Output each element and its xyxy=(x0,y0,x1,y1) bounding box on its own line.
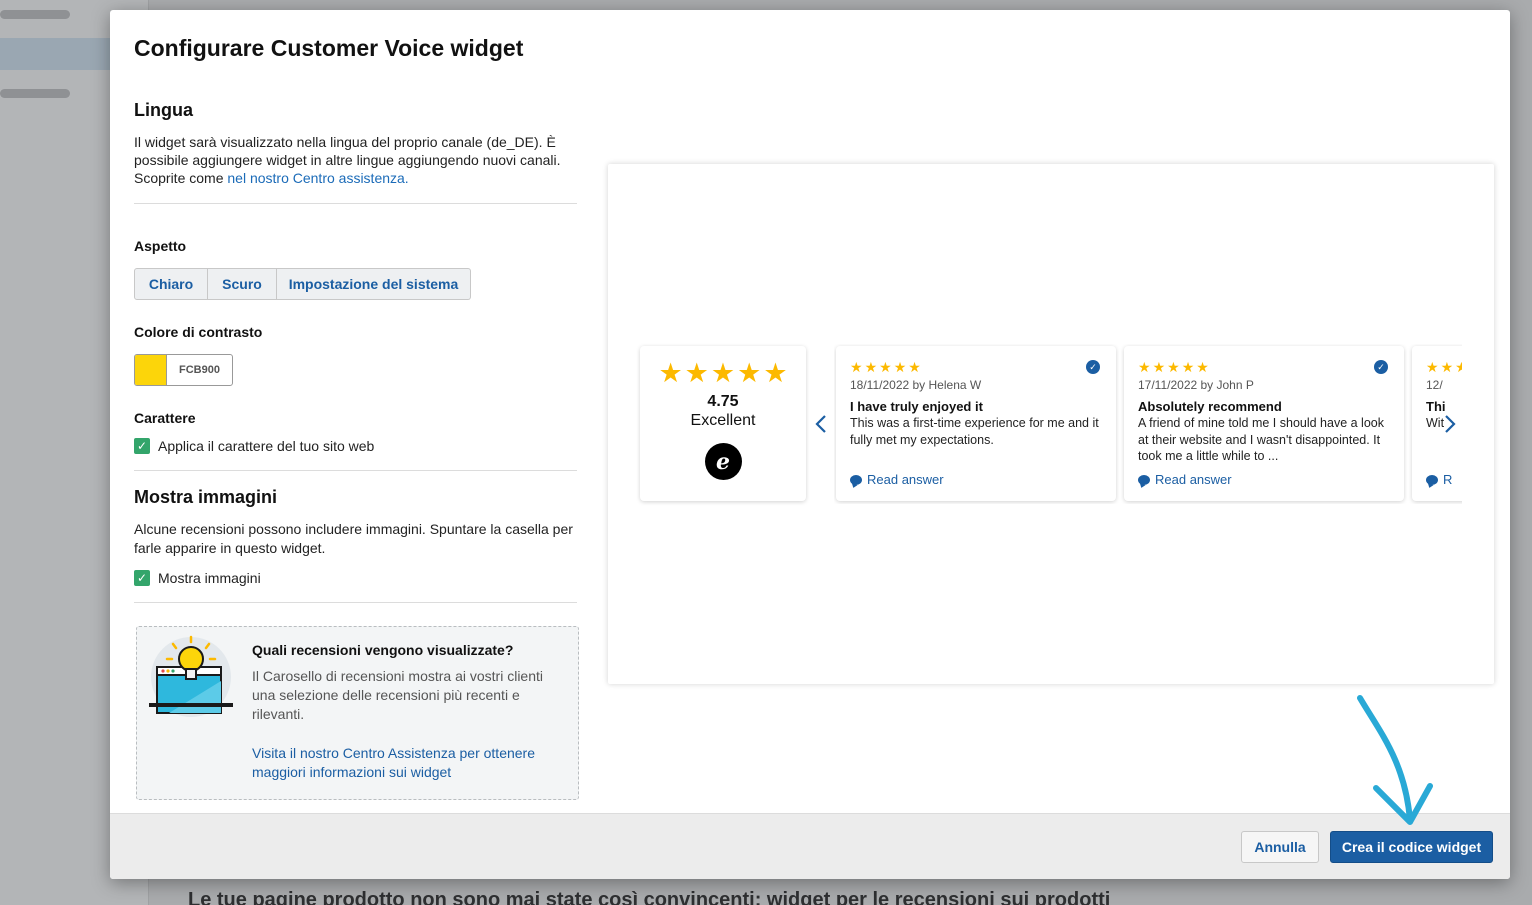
read-answer-link[interactable]: Read answer xyxy=(1138,472,1232,487)
configure-widget-modal: Configurare Customer Voice widget Lingua… xyxy=(110,10,1510,879)
divider xyxy=(134,203,577,204)
verified-badge-icon: ✓ xyxy=(1086,360,1100,374)
show-images-option[interactable]: ✓ Mostra immagini xyxy=(134,570,578,586)
background-nav-item xyxy=(0,10,70,19)
apply-font-option[interactable]: ✓ Applica il carattere del tuo sito web xyxy=(134,438,578,454)
contrast-color-picker[interactable]: FCB900 xyxy=(134,354,233,386)
contrast-color-label: Colore di contrasto xyxy=(134,324,263,340)
star-icon: ★ xyxy=(1152,359,1166,375)
divider xyxy=(134,602,577,603)
annotation-arrow-icon xyxy=(1357,695,1433,825)
rating-summary: ★ ★ ★ ★ ★ 4.75 Excellent e xyxy=(640,346,806,501)
chevron-right-icon xyxy=(1445,415,1456,433)
appearance-option-light[interactable]: Chiaro xyxy=(134,268,208,300)
star-icon: ★ xyxy=(1167,359,1180,375)
review-date: 12/ xyxy=(1426,378,1443,392)
summary-stars: ★ ★ ★ ★ ★ xyxy=(640,360,806,387)
star-icon: ★ xyxy=(1440,359,1454,375)
star-icon: ★ xyxy=(879,359,892,375)
lightbulb-illustration-icon xyxy=(149,635,233,717)
review-card: ★ ★ ★ ★ ★ ✓ 18/11/2022 by Helena W I have tr… xyxy=(836,346,1116,501)
carousel-prev-button[interactable] xyxy=(811,412,831,436)
appearance-label: Aspetto xyxy=(134,238,187,254)
chevron-left-icon xyxy=(815,415,826,433)
review-stars: ★★★★★ xyxy=(1426,360,1462,374)
star-icon: ★ xyxy=(658,358,683,388)
modal-title: Configurare Customer Voice widget xyxy=(134,35,524,61)
star-icon: ★ xyxy=(893,359,907,375)
background-page-heading: Le tue pagine prodotto non sono mai stat… xyxy=(188,889,1111,905)
star-icon: ★ xyxy=(1455,359,1462,375)
trusted-shops-logo-icon: e xyxy=(704,443,742,480)
carousel-next-button[interactable] xyxy=(1440,412,1460,436)
language-heading: Lingua xyxy=(134,100,193,120)
read-answer-link[interactable]: Read answer xyxy=(850,472,944,487)
info-title: Quali recensioni vengono visualizzate? xyxy=(252,642,514,658)
info-box: Quali recensioni vengono visualizzate? I… xyxy=(136,626,579,800)
modal-footer: Annulla Crea il codice widget xyxy=(110,813,1510,879)
apply-font-label: Applica il carattere del tuo sito web xyxy=(158,438,375,454)
review-date: 17/11/2022 by John P xyxy=(1138,378,1254,392)
star-icon: ★ xyxy=(710,358,736,388)
cancel-button[interactable]: Annulla xyxy=(1241,831,1319,863)
star-icon: ★ xyxy=(1426,359,1439,375)
info-text: Il Carosello di recensioni mostra ai vos… xyxy=(252,668,543,722)
speech-bubble-icon xyxy=(1138,474,1150,485)
review-date: 18/11/2022 by Helena W xyxy=(850,378,982,392)
star-icon: ★ xyxy=(1138,359,1151,375)
info-help-link[interactable]: Visita il nostro Centro Assistenza per o… xyxy=(252,744,562,782)
show-images-checkbox[interactable]: ✓ xyxy=(134,570,150,586)
review-body: This was a first-time experience for me … xyxy=(850,416,1099,447)
check-icon: ✓ xyxy=(136,439,148,453)
check-icon: ✓ xyxy=(136,571,148,585)
star-icon: ★ xyxy=(1181,359,1195,375)
language-description: Il widget sarà visualizzato nella lingua… xyxy=(134,133,574,187)
review-body: A friend of mine told me I should have a… xyxy=(1138,416,1384,463)
review-stars: ★★★★★ xyxy=(1138,360,1209,374)
images-heading: Mostra immagini xyxy=(134,487,278,507)
review-card: ★ ★ ★ ★ ★ ✓ 17/11/2022 by John P Absolutely … xyxy=(1124,346,1404,501)
font-label: Carattere xyxy=(134,410,196,426)
show-images-label: Mostra immagini xyxy=(158,570,261,586)
color-swatch[interactable] xyxy=(135,355,167,385)
color-hex-value[interactable]: FCB900 xyxy=(167,355,232,385)
apply-font-checkbox[interactable]: ✓ xyxy=(134,438,150,454)
summary-label: Excellent xyxy=(690,412,756,429)
star-icon: ★ xyxy=(850,359,863,375)
appearance-option-system[interactable]: Impostazione del sistema xyxy=(277,268,471,300)
star-icon: ★ xyxy=(1196,359,1209,375)
summary-score: 4.75 xyxy=(707,393,739,410)
speech-bubble-icon xyxy=(850,474,862,485)
verified-badge-icon: ✓ xyxy=(1374,360,1388,374)
read-answer-label: Read answer xyxy=(1155,472,1232,487)
star-icon: ★ xyxy=(763,358,788,388)
help-center-link[interactable]: nel nostro Centro assistenza. xyxy=(227,170,408,186)
star-icon: ★ xyxy=(864,359,878,375)
read-answer-label: Read answer xyxy=(867,472,944,487)
reviews-carousel: ★ ★ ★ ★ ★ ✓ 18/11/2022 by Helena W I have tr… xyxy=(834,344,1462,504)
review-stars: ★★★★★ xyxy=(850,360,921,374)
widget-preview: ★ ★ ★ ★ ★ 4.75 Excellent e ★ ★ ★ ★ ★ ✓ 18/11… xyxy=(608,164,1494,684)
appearance-segmented-control: Chiaro Scuro Impostazione del sistema xyxy=(134,268,578,300)
star-icon: ★ xyxy=(737,358,762,388)
images-description: Alcune recensioni possono includere imma… xyxy=(134,521,573,556)
settings-panel: Lingua Il widget sarà visualizzato nella… xyxy=(134,100,578,603)
divider xyxy=(134,470,577,471)
review-title: Absolutely recommend xyxy=(1138,399,1282,414)
read-answer-label: R xyxy=(1443,472,1453,487)
background-nav-item xyxy=(0,89,70,98)
create-widget-code-button[interactable]: Crea il codice widget xyxy=(1330,831,1493,863)
star-icon: ★ xyxy=(684,358,709,388)
star-icon: ★ xyxy=(908,359,921,375)
review-title: I have truly enjoyed it xyxy=(850,399,983,414)
read-answer-link[interactable]: R xyxy=(1426,472,1452,487)
appearance-option-dark[interactable]: Scuro xyxy=(208,268,277,300)
speech-bubble-icon xyxy=(1426,474,1438,485)
